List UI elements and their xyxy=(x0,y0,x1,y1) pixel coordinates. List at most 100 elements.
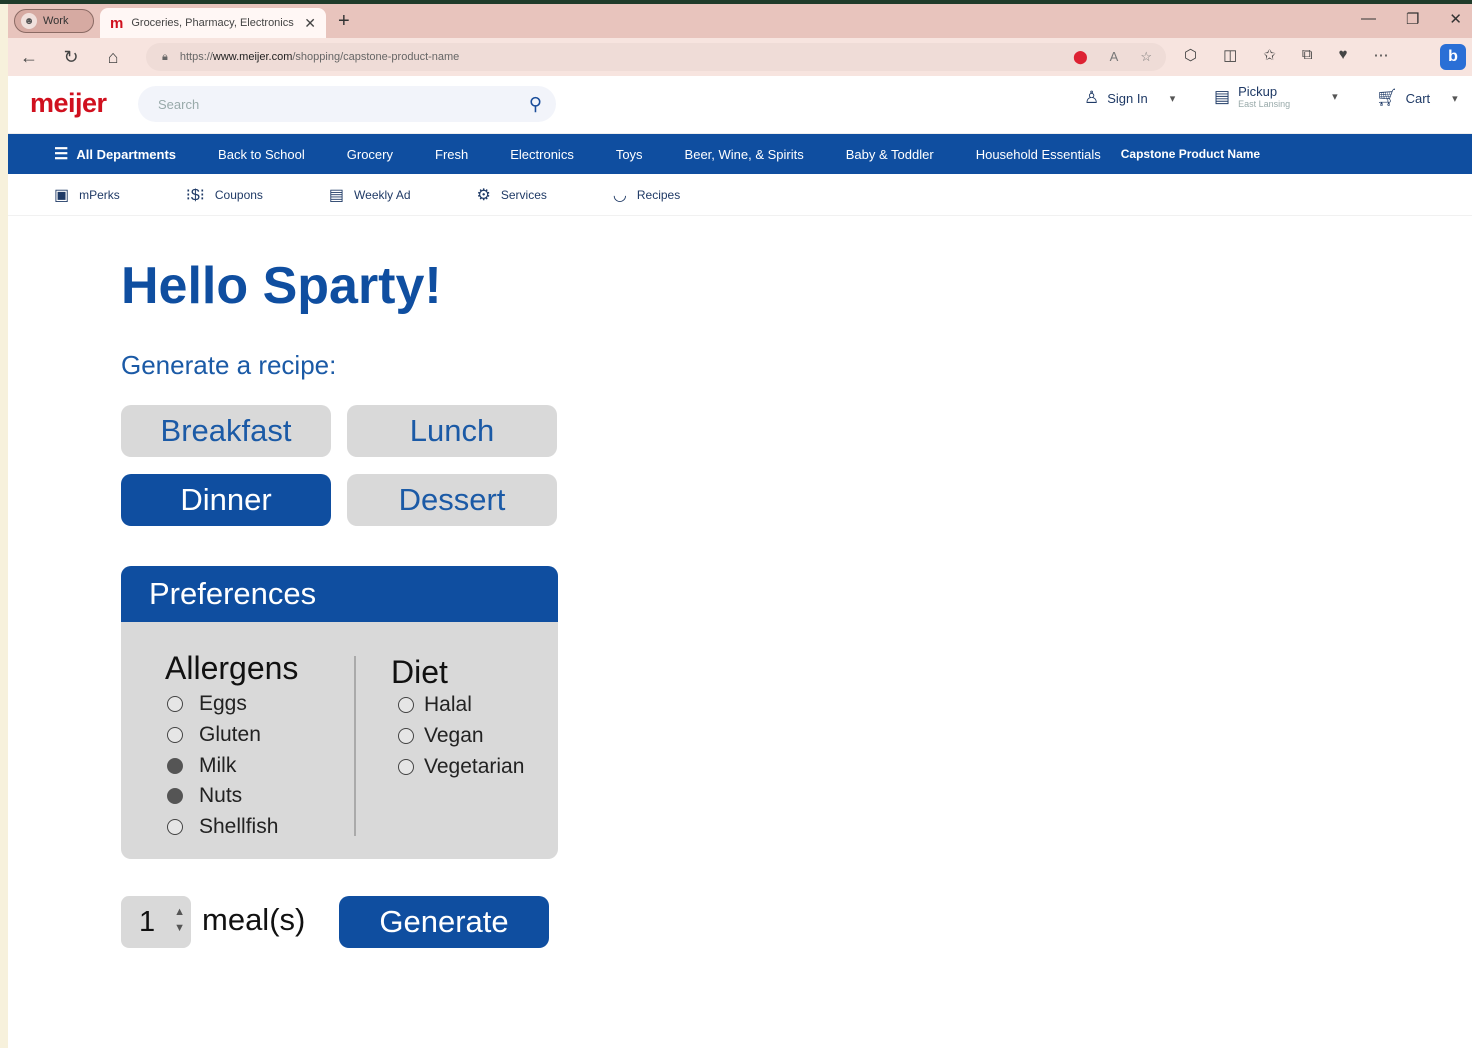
allergen-radio[interactable] xyxy=(167,819,183,835)
tracking-block-icon[interactable]: ⬤ xyxy=(1073,49,1088,65)
allergen-radio-checked[interactable] xyxy=(167,758,183,774)
lock-icon: 🔒︎ xyxy=(162,50,168,63)
allergen-option-shellfish[interactable]: Shellfish xyxy=(167,815,278,839)
stepper-arrows: ▲ ▼ xyxy=(174,904,185,936)
pickup-location: East Lansing xyxy=(1238,99,1291,109)
url-actions: ⬤ A ☆ xyxy=(1073,49,1152,65)
browser-window: ☻ Work m Groceries, Pharmacy, Electronic… xyxy=(8,4,1472,1048)
pickup-button[interactable]: ▤ Pickup East Lansing ▾ xyxy=(1214,84,1338,109)
desktop-frame: ☻ Work m Groceries, Pharmacy, Electronic… xyxy=(0,4,1472,1048)
search-placeholder: Search xyxy=(158,96,200,112)
subnav-mperks[interactable]: ▣ mPerks xyxy=(54,185,120,205)
favorite-star-icon[interactable]: ☆ xyxy=(1140,49,1152,65)
meal-button-lunch[interactable]: Lunch xyxy=(347,405,557,457)
url-field[interactable]: 🔒︎ https://www.meijer.com/shopping/capst… xyxy=(146,43,1166,71)
stepper-up-icon[interactable]: ▲ xyxy=(174,904,185,920)
user-icon: ♙ xyxy=(1084,88,1100,107)
preferences-header: Preferences xyxy=(121,566,558,622)
nav-item-fresh[interactable]: Fresh xyxy=(435,147,468,162)
nav-item-toys[interactable]: Toys xyxy=(616,147,643,162)
profile-button[interactable]: ☻ Work xyxy=(14,9,94,33)
diet-option-vegetarian[interactable]: Vegetarian xyxy=(398,755,524,779)
more-menu-icon[interactable]: ⋯ xyxy=(1374,46,1389,64)
new-tab-icon[interactable]: + xyxy=(338,10,350,33)
cart-button[interactable]: 🛒︎ Cart ▾ xyxy=(1376,88,1458,108)
subnav-coupons[interactable]: ⁝$⁝ Coupons xyxy=(186,185,263,205)
meal-count-value: 1 xyxy=(139,905,156,938)
allergen-option-gluten[interactable]: Gluten xyxy=(167,723,261,747)
close-tab-icon[interactable]: ✕ xyxy=(304,15,316,32)
sign-in-label: Sign In xyxy=(1107,90,1148,106)
address-bar: ← ↻ ⌂ 🔒︎ https://www.meijer.com/shopping… xyxy=(8,38,1472,76)
mperks-icon: ▣ xyxy=(54,186,70,204)
nav-item-capstone[interactable]: Capstone Product Name xyxy=(1121,147,1260,161)
favorites-icon[interactable]: ✩ xyxy=(1263,46,1276,64)
nav-item-electronics[interactable]: Electronics xyxy=(510,147,574,162)
diet-option-halal[interactable]: Halal xyxy=(398,693,472,717)
back-icon[interactable]: ← xyxy=(8,47,50,68)
diet-radio[interactable] xyxy=(398,728,414,744)
recipe-bowl-icon: ◡ xyxy=(612,186,627,204)
nav-item-grocery[interactable]: Grocery xyxy=(347,147,393,162)
greeting-heading: Hello Sparty! xyxy=(121,257,442,315)
extensions-icon[interactable]: ⬡ xyxy=(1184,46,1197,64)
tab-bar: ☻ Work m Groceries, Pharmacy, Electronic… xyxy=(8,4,1472,38)
weekly-ad-icon: ▤ xyxy=(328,186,345,204)
meal-button-breakfast[interactable]: Breakfast xyxy=(121,405,331,457)
stepper-down-icon[interactable]: ▼ xyxy=(174,920,185,936)
profile-avatar-icon: ☻ xyxy=(21,13,37,29)
restore-icon[interactable]: ❐ xyxy=(1406,10,1419,28)
meal-count-stepper[interactable]: 1 ▲ ▼ xyxy=(121,896,191,948)
profile-label: Work xyxy=(43,15,69,27)
sub-nav: ▣ mPerks ⁝$⁝ Coupons ▤ Weekly Ad ⚙ Servi… xyxy=(8,174,1472,216)
split-screen-icon[interactable]: ◫ xyxy=(1223,46,1237,64)
refresh-icon[interactable]: ↻ xyxy=(50,47,92,68)
allergens-title: Allergens xyxy=(165,650,299,686)
store-icon: ▤ xyxy=(1214,86,1231,106)
collections-icon[interactable]: ⧉ xyxy=(1302,46,1313,64)
allergen-radio[interactable] xyxy=(167,696,183,712)
allergen-radio[interactable] xyxy=(167,727,183,743)
nav-item-baby-toddler[interactable]: Baby & Toddler xyxy=(846,147,934,162)
allergen-radio-checked[interactable] xyxy=(167,788,183,804)
close-window-icon[interactable]: ✕ xyxy=(1449,10,1462,28)
subnav-services[interactable]: ⚙ Services xyxy=(477,185,547,205)
nav-item-back-to-school[interactable]: Back to School xyxy=(218,147,305,162)
cart-icon: 🛒︎ xyxy=(1376,88,1398,107)
diet-radio[interactable] xyxy=(398,697,414,713)
diet-option-vegan[interactable]: Vegan xyxy=(398,724,484,748)
nav-item-household-essentials[interactable]: Household Essentials xyxy=(976,147,1101,162)
services-icon: ⚙ xyxy=(476,186,491,204)
meijer-favicon-icon: m xyxy=(110,14,124,32)
meijer-logo[interactable]: meijer xyxy=(30,88,107,119)
home-icon[interactable]: ⌂ xyxy=(92,47,134,68)
chevron-down-icon: ▾ xyxy=(1452,92,1458,105)
meal-button-dinner[interactable]: Dinner xyxy=(121,474,331,526)
generate-button[interactable]: Generate xyxy=(339,896,549,948)
column-divider xyxy=(354,656,356,836)
allergen-option-nuts[interactable]: Nuts xyxy=(167,784,242,808)
nav-item-beer-wine-spirits[interactable]: Beer, Wine, & Spirits xyxy=(685,147,804,162)
browser-essentials-icon[interactable]: ♥ xyxy=(1339,46,1348,64)
pickup-label: Pickup xyxy=(1238,84,1278,99)
all-departments-button[interactable]: ☰ All Departments xyxy=(54,144,176,164)
toolbar-icons: ⬡ ◫ ✩ ⧉ ♥ ⋯ xyxy=(1184,46,1389,64)
url-text: https://www.meijer.com/shopping/capstone… xyxy=(179,51,460,63)
search-icon[interactable]: ⚲ xyxy=(529,94,542,115)
window-controls: — ❐ ✕ xyxy=(1361,10,1462,28)
active-tab[interactable]: m Groceries, Pharmacy, Electronics ✕ xyxy=(100,8,326,38)
minimize-icon[interactable]: — xyxy=(1361,10,1376,28)
copilot-icon[interactable]: b xyxy=(1440,44,1466,70)
sign-in-button[interactable]: ♙ Sign In ▾ xyxy=(1084,88,1175,108)
subnav-weekly-ad[interactable]: ▤ Weekly Ad xyxy=(329,185,411,205)
generate-recipe-label: Generate a recipe: xyxy=(121,350,337,380)
meal-button-dessert[interactable]: Dessert xyxy=(347,474,557,526)
allergen-option-eggs[interactable]: Eggs xyxy=(167,692,247,716)
coupon-icon: ⁝$⁝ xyxy=(185,186,205,204)
allergen-option-milk[interactable]: Milk xyxy=(167,754,236,778)
diet-radio[interactable] xyxy=(398,759,414,775)
subnav-recipes[interactable]: ◡ Recipes xyxy=(613,185,680,205)
cart-label: Cart xyxy=(1405,90,1431,106)
read-aloud-icon[interactable]: A xyxy=(1110,49,1119,65)
search-input[interactable]: Search ⚲ xyxy=(138,86,556,122)
